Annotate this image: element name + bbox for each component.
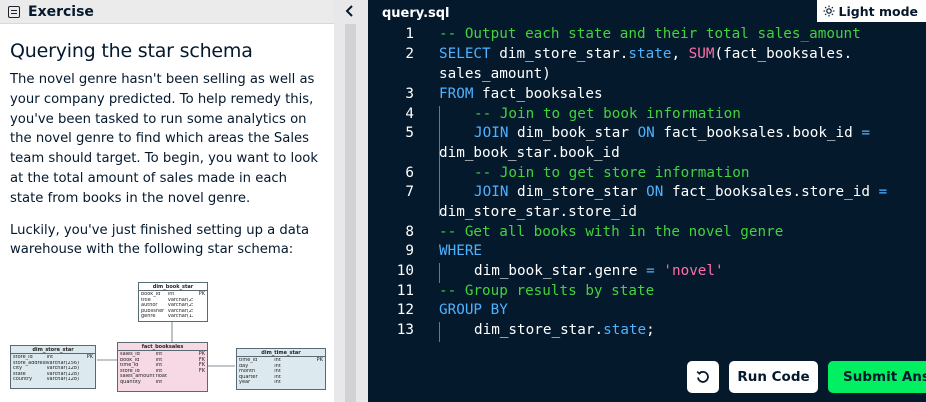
exercise-paragraph: The novel genre hasn't been selling as w… bbox=[10, 72, 318, 206]
code-line: sales_amount) bbox=[439, 66, 551, 82]
line-number: 12 bbox=[396, 302, 414, 318]
column-type: varchar(128) bbox=[46, 377, 79, 383]
editor-tabbar: query.sql Light mode bbox=[368, 0, 926, 24]
line-number: 3 bbox=[405, 86, 414, 102]
table-column-row: quantity int bbox=[118, 380, 207, 386]
sun-icon bbox=[823, 5, 835, 17]
star-schema-diagram: dim_book_star book_id int PK title varchar(2… bbox=[0, 280, 334, 402]
reset-icon bbox=[696, 371, 709, 383]
exercise-panel: Exercise Querying the star schema The no… bbox=[0, 0, 334, 402]
column-name: year bbox=[239, 380, 251, 386]
exercise-title: Querying the star schema bbox=[10, 40, 253, 62]
column-key bbox=[308, 380, 323, 386]
code-line: JOIN dim_book_star ON fact_booksales.boo… bbox=[474, 125, 870, 141]
submit-answer-button[interactable]: Submit Answer bbox=[828, 361, 926, 393]
code-line: dim_book_star.genre = 'novel' bbox=[474, 263, 724, 279]
code-line: -- Group results by state bbox=[439, 283, 655, 299]
code-line: dim_store_star.state; bbox=[474, 322, 655, 338]
code-line: -- Output each state and their total sal… bbox=[439, 26, 861, 42]
line-number: 7 bbox=[405, 184, 414, 200]
line-number: 6 bbox=[405, 165, 414, 181]
exercise-paragraph: Luckily, you've just finished setting up… bbox=[10, 222, 310, 258]
line-number: 4 bbox=[405, 106, 414, 122]
table-name: dim_book_star bbox=[139, 283, 207, 291]
table-dim-store-star: dim_store_star store_id int PK store_addres… bbox=[10, 345, 96, 389]
column-name: country bbox=[13, 377, 33, 383]
code-line: SELECT dim_store_star.state, SUM(fact_bo… bbox=[439, 46, 853, 62]
chevron-left-icon bbox=[345, 5, 353, 17]
panel-resize-handle[interactable] bbox=[345, 24, 356, 402]
table-fact-booksales: fact_booksales sales_id int PK book_id int FK… bbox=[117, 342, 208, 392]
exercise-header-label: Exercise bbox=[28, 3, 94, 20]
light-mode-toggle[interactable]: Light mode bbox=[816, 0, 926, 22]
table-dim-time-star: dim_time_star time_id int PK day int month int… bbox=[236, 348, 326, 390]
code-line: -- Get all books with in the novel genre bbox=[439, 224, 784, 240]
code-line: -- Join to get store information bbox=[474, 165, 750, 181]
code-line: dim_book_star.book_id bbox=[439, 145, 620, 161]
table-name: dim_store_star bbox=[11, 346, 95, 354]
column-name: quantity bbox=[120, 379, 141, 385]
line-number: 5 bbox=[405, 125, 414, 141]
table-name: fact_booksales bbox=[118, 343, 207, 351]
column-key bbox=[193, 314, 205, 320]
code-line: WHERE bbox=[439, 243, 483, 259]
table-column-row: genre varchar(128) bbox=[139, 314, 207, 320]
table-name: dim_time_star bbox=[237, 349, 325, 357]
line-number: 13 bbox=[396, 322, 414, 338]
collapse-panel-button[interactable] bbox=[341, 2, 359, 20]
light-mode-label: Light mode bbox=[838, 3, 918, 19]
table-dim-book-star: dim_book_star book_id int PK title varchar(2… bbox=[138, 282, 208, 322]
column-type: int bbox=[274, 380, 281, 386]
exercise-icon bbox=[8, 5, 20, 18]
code-editor-panel: query.sql Light mode 1 2 3 4 5 6 7 8 9 1… bbox=[368, 0, 926, 402]
column-type: varchar(128) bbox=[167, 314, 194, 320]
code-line: FROM fact_booksales bbox=[439, 86, 603, 102]
table-column-row: year int bbox=[237, 380, 325, 386]
exercise-header: Exercise bbox=[0, 0, 334, 24]
code-line: -- Join to get book information bbox=[474, 106, 741, 122]
column-type: int bbox=[155, 379, 163, 385]
code-line: GROUP BY bbox=[439, 302, 508, 318]
code-line: JOIN dim_store_star ON fact_booksales.st… bbox=[474, 184, 888, 200]
code-line: dim_store_star.store_id bbox=[439, 204, 637, 220]
column-key bbox=[79, 377, 93, 383]
column-key bbox=[190, 380, 205, 386]
run-code-button[interactable]: Run Code bbox=[729, 361, 818, 393]
reset-code-button[interactable] bbox=[687, 361, 719, 393]
line-number: 2 bbox=[405, 46, 414, 62]
line-number: 9 bbox=[405, 243, 414, 259]
line-number: 10 bbox=[396, 263, 414, 279]
column-name: genre bbox=[141, 314, 156, 320]
line-number: 11 bbox=[396, 283, 414, 299]
line-number: 1 bbox=[405, 26, 414, 42]
line-number: 8 bbox=[405, 224, 414, 240]
table-column-row: country varchar(128) bbox=[11, 377, 95, 383]
tab-query-sql[interactable]: query.sql bbox=[368, 0, 464, 24]
exercise-body: Querying the star schema The novel genre… bbox=[0, 24, 334, 260]
